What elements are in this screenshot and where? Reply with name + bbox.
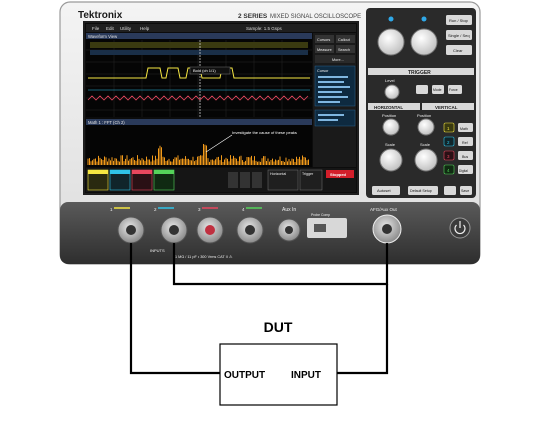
h-scale-label: Scale xyxy=(385,142,396,147)
touch-off-button[interactable] xyxy=(444,186,456,195)
add-math-button[interactable] xyxy=(240,172,250,188)
aux-in-bnc-center xyxy=(285,226,293,234)
level-label: Level xyxy=(385,78,395,83)
bus-button-label: Bus xyxy=(462,155,468,159)
autoset-label: Autoset xyxy=(377,188,391,193)
probe-comp-label: Probe Comp xyxy=(311,213,330,217)
vertical-section-label: VERTICAL xyxy=(435,105,458,110)
vertical-position-knob[interactable] xyxy=(417,118,435,136)
dut: DUT OUTPUT INPUT xyxy=(219,319,338,406)
run-stop-label: Run / Stop xyxy=(449,18,469,23)
more-button-label: More... xyxy=(332,58,344,62)
math-readout-line xyxy=(318,114,344,116)
math-view-label: Math 1 : FFT (Ch 2) xyxy=(88,120,125,125)
horizontal-position-knob[interactable] xyxy=(382,118,400,136)
add-ref-button[interactable] xyxy=(252,172,262,188)
math-readout-line xyxy=(318,119,338,121)
afg-label: AFG/Aux Out xyxy=(370,207,398,212)
probe-comp-terminals[interactable] xyxy=(307,218,347,238)
ch2-bnc-center xyxy=(169,225,179,235)
menu-file[interactable]: File xyxy=(92,26,100,31)
trigger-badge-label: Trigger xyxy=(302,172,314,176)
trigger-level-knob[interactable] xyxy=(384,84,400,100)
inputs-spec: 1 MΩ / 11 pF • 300 Vrms CAT II ⚠ xyxy=(175,255,233,259)
search-button-label: Search xyxy=(338,48,350,52)
bus-decode-row xyxy=(90,42,308,48)
ch4-badge-strip xyxy=(154,170,174,174)
ch2-badge-strip xyxy=(110,170,130,174)
brand-logo: Tektronix xyxy=(78,10,123,21)
dut-output-label: OUTPUT xyxy=(224,370,265,381)
force-trigger-label: Force xyxy=(449,88,458,92)
trigger-mode-label: Mode xyxy=(433,88,442,92)
vertical-scale-knob[interactable] xyxy=(414,148,438,172)
probe-comp-pin xyxy=(314,224,326,232)
v-scale-label: Scale xyxy=(420,142,431,147)
control-panel: Run / Stop Single / Seq Clear TRIGGER Le… xyxy=(366,8,476,198)
afg-out-bnc-center xyxy=(382,224,392,234)
annotation-text: Investigate the cause of these peaks xyxy=(232,130,297,135)
knob-b-indicator xyxy=(421,16,427,22)
afg-to-dut-input-wire xyxy=(337,284,389,375)
setup-diagram: Tektronix 2 SERIES MIXED SIGNAL OSCILLOS… xyxy=(59,1,481,406)
horizontal-scale-knob[interactable] xyxy=(379,148,403,172)
cursor-readout-label: Cursor xyxy=(317,69,329,73)
ch1-bnc-center xyxy=(126,225,136,235)
dut-input-label: INPUT xyxy=(291,370,321,381)
knob-a-indicator xyxy=(388,16,394,22)
scope-screen: File Edit Utility Help Sample: 1.5 Gsps … xyxy=(83,21,359,195)
trigger-slope-button[interactable] xyxy=(416,85,428,94)
waveform-view-header xyxy=(86,33,312,39)
aux-in-label: Aux In xyxy=(282,207,296,213)
ch3-badge-strip xyxy=(132,170,152,174)
model-name: 2 SERIES xyxy=(238,13,268,20)
oscilloscope: Tektronix 2 SERIES MIXED SIGNAL OSCILLOS… xyxy=(59,1,481,265)
single-seq-label: Single / Seq xyxy=(448,33,470,38)
ch3-bnc-center xyxy=(205,225,215,235)
menu-edit[interactable]: Edit xyxy=(106,26,115,31)
save-button-label: Save xyxy=(461,189,469,193)
ref-button-label: Ref xyxy=(462,141,468,145)
bus-decode-row-2 xyxy=(90,50,308,55)
callout-text: Bold (ch 1/1) xyxy=(193,68,216,73)
model-description: MIXED SIGNAL OSCILLOSCOPE xyxy=(270,14,361,20)
stopped-badge-label: Stopped xyxy=(330,172,347,177)
default-setup-label: Default Setup xyxy=(410,189,432,193)
inputs-label: INPUTS xyxy=(150,248,165,253)
math-button-label: Math xyxy=(460,127,468,131)
digital-button-label: Digital xyxy=(459,169,468,173)
math-readout xyxy=(314,109,356,127)
waveform-view-label: Waveform View xyxy=(88,34,118,39)
sample-rate: Sample: 1.5 Gsps xyxy=(246,26,283,31)
measure-button-label: Measure xyxy=(317,48,332,52)
menu-utility[interactable]: Utility xyxy=(120,26,132,31)
multipurpose-knob-b[interactable] xyxy=(410,28,438,56)
menu-help[interactable]: Help xyxy=(140,26,150,31)
v-position-label: Position xyxy=(417,113,431,118)
clear-label: Clear xyxy=(453,48,463,53)
multipurpose-knob-a[interactable] xyxy=(377,28,405,56)
cursors-button-label: Cursors xyxy=(317,38,330,42)
horizontal-section-label: HORIZONTAL xyxy=(374,105,403,110)
dut-label: DUT xyxy=(264,319,293,335)
ch1-badge-strip xyxy=(88,170,108,174)
ch4-bnc-center xyxy=(245,225,255,235)
add-channel-button[interactable] xyxy=(228,172,238,188)
h-position-label: Position xyxy=(382,113,396,118)
callout-button-label: Callout xyxy=(338,38,351,42)
horizontal-badge-label: Horizontal xyxy=(270,172,286,176)
trigger-section-label: TRIGGER xyxy=(408,70,431,76)
